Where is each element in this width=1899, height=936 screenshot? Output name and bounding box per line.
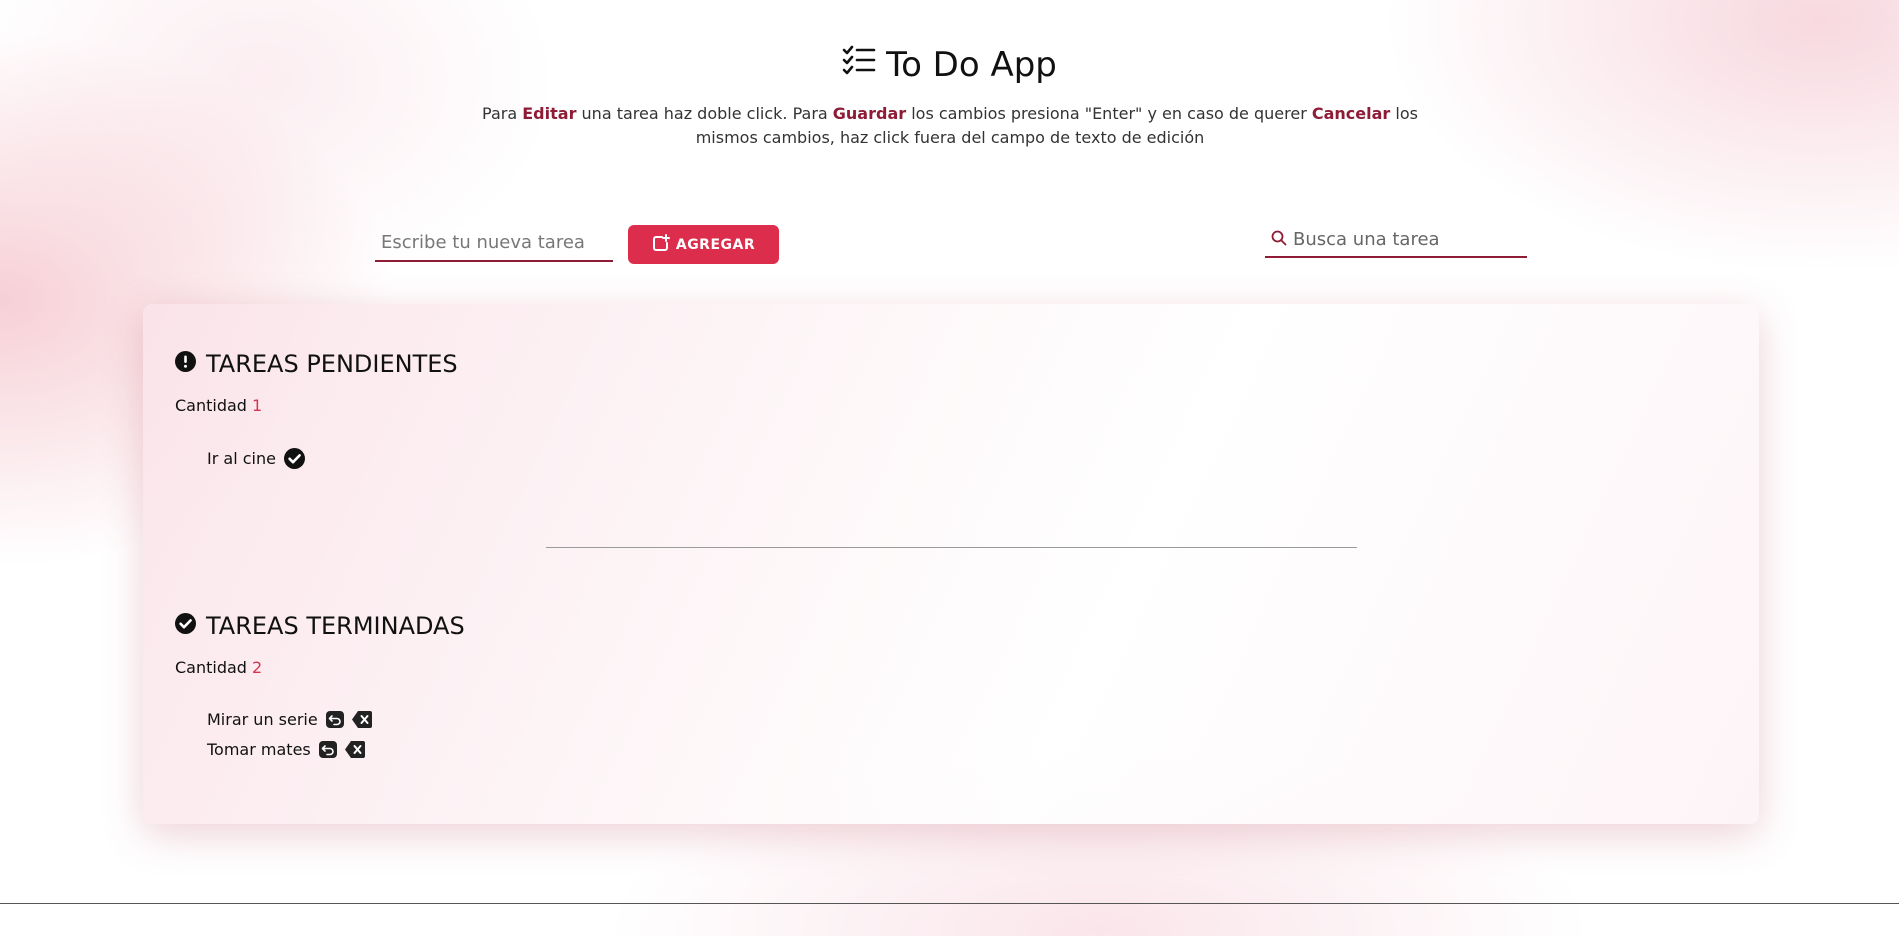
undo-icon[interactable] bbox=[325, 711, 344, 728]
undo-icon[interactable] bbox=[318, 741, 337, 758]
save-highlight: Guardar bbox=[832, 104, 907, 123]
tasks-card: TAREAS PENDIENTES Cantidad 1 Ir al cine … bbox=[143, 304, 1759, 824]
search-field bbox=[1265, 223, 1527, 258]
pending-task-item[interactable]: Ir al cine bbox=[207, 448, 305, 469]
task-text[interactable]: Tomar mates bbox=[207, 740, 311, 759]
done-task-item[interactable]: Mirar un serie bbox=[207, 710, 372, 729]
add-note-icon bbox=[652, 233, 670, 256]
check-circle-icon[interactable] bbox=[283, 448, 305, 469]
app-header: To Do App bbox=[0, 44, 1899, 85]
done-title-text: TAREAS TERMINADAS bbox=[206, 612, 465, 640]
delete-icon[interactable] bbox=[351, 711, 372, 728]
delete-icon[interactable] bbox=[344, 741, 365, 758]
edit-highlight: Editar bbox=[522, 104, 577, 123]
done-count-value: 2 bbox=[252, 658, 263, 677]
check-circle-icon bbox=[175, 612, 196, 640]
search-input[interactable] bbox=[1293, 224, 1527, 255]
new-task-field bbox=[375, 224, 617, 262]
add-task-button[interactable]: AGREGAR bbox=[628, 225, 779, 264]
pending-title-text: TAREAS PENDIENTES bbox=[206, 350, 458, 378]
instructions-text: Para Editar una tarea haz doble click. P… bbox=[482, 104, 1418, 147]
task-text[interactable]: Ir al cine bbox=[207, 449, 276, 468]
add-button-label: AGREGAR bbox=[675, 236, 756, 253]
page-title: To Do App bbox=[842, 44, 1057, 85]
cancel-highlight: Cancelar bbox=[1311, 104, 1391, 123]
done-count-label: Cantidad bbox=[175, 658, 247, 677]
task-text[interactable]: Mirar un serie bbox=[207, 710, 318, 729]
search-icon bbox=[1265, 230, 1293, 250]
pending-count: Cantidad 1 bbox=[175, 396, 262, 415]
section-divider bbox=[546, 547, 1357, 548]
footer-divider bbox=[0, 903, 1899, 904]
app-title-text: To Do App bbox=[886, 44, 1057, 85]
pending-count-value: 1 bbox=[252, 396, 263, 415]
done-title: TAREAS TERMINADAS bbox=[175, 612, 465, 640]
done-task-item[interactable]: Tomar mates bbox=[207, 740, 365, 759]
pending-count-label: Cantidad bbox=[175, 396, 247, 415]
new-task-input[interactable] bbox=[375, 224, 617, 260]
pending-title: TAREAS PENDIENTES bbox=[175, 350, 458, 378]
checklist-icon bbox=[842, 44, 876, 85]
exclamation-circle-icon bbox=[175, 350, 196, 378]
done-count: Cantidad 2 bbox=[175, 658, 262, 677]
